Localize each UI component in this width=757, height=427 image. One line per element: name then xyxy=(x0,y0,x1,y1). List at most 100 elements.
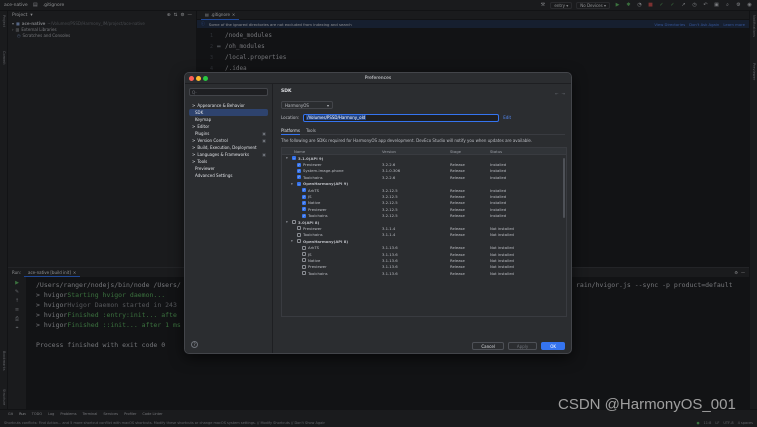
nav-languages-frameworks[interactable]: > Languages & Frameworks ▣ xyxy=(189,151,268,158)
chevron-right-icon: > xyxy=(192,124,196,129)
nav-advanced-settings[interactable]: Advanced Settings xyxy=(189,172,268,179)
row-checkbox[interactable]: ✓ xyxy=(302,194,306,199)
table-row[interactable]: ✓ System-image-phone 3.1.0.306 Release Insta… xyxy=(282,168,566,174)
nav-plugins[interactable]: Plugins ▣ xyxy=(189,130,268,137)
table-row[interactable]: ✓ Toolchains 3.2.12.5 Release Installed xyxy=(282,213,566,219)
edit-link[interactable]: Edit xyxy=(503,115,511,120)
nav-label: Plugins xyxy=(195,131,210,136)
row-checkbox[interactable]: – xyxy=(292,156,296,161)
table-row[interactable]: ✓ Previewer 3.2.12.5 Release Installed xyxy=(282,206,566,212)
table-row[interactable]: ✓ ArkTS 3.2.12.5 Release Installed xyxy=(282,187,566,193)
close-window-icon[interactable] xyxy=(189,76,194,81)
row-version: 3.1.1.4 xyxy=(382,225,396,231)
row-name: Previewer xyxy=(303,162,322,168)
table-scrollbar[interactable] xyxy=(563,158,565,218)
location-input[interactable]: /Volumes/PSSD/Harmony_old xyxy=(303,113,500,122)
zoom-window-icon[interactable] xyxy=(203,76,208,81)
row-checkbox[interactable]: – xyxy=(297,181,301,186)
nav-label: Previewer xyxy=(195,166,215,171)
ok-button[interactable]: OK xyxy=(541,342,565,350)
row-checkbox[interactable] xyxy=(297,239,301,244)
row-stage: Release xyxy=(450,206,465,212)
tab-tools[interactable]: Tools xyxy=(306,127,316,135)
sdk-type-value: HarmonyOS xyxy=(285,102,309,108)
preferences-dialog: Preferences Q- > Appearance & Behavior SD… xyxy=(184,72,572,354)
cancel-button[interactable]: Cancel xyxy=(472,342,504,350)
row-checkbox[interactable]: ✓ xyxy=(302,200,306,205)
nav-build-execution-deployment[interactable]: > Build, Execution, Deployment xyxy=(189,144,268,151)
row-checkbox[interactable] xyxy=(302,252,306,257)
row-checkbox[interactable] xyxy=(292,220,296,225)
col-version[interactable]: Version xyxy=(382,149,450,154)
row-stage: Release xyxy=(450,270,465,276)
row-version: 3.1.13.6 xyxy=(382,264,398,270)
chevron-right-icon: > xyxy=(192,145,196,150)
row-version: 3.2.12.5 xyxy=(382,200,398,206)
help-icon[interactable]: ? xyxy=(191,341,198,348)
chevron-right-icon: > xyxy=(192,152,196,157)
nav-label: Appearance & Behavior xyxy=(197,103,245,108)
row-checkbox[interactable]: ✓ xyxy=(297,162,301,167)
row-name: Native xyxy=(308,200,321,206)
row-checkbox[interactable] xyxy=(302,258,306,263)
back-icon[interactable]: ← xyxy=(555,91,558,96)
table-row[interactable]: ArkTS 3.1.13.6 Release Not installed xyxy=(282,244,566,250)
table-row[interactable]: ✓ Toolchains 3.2.2.6 Release Installed xyxy=(282,174,566,180)
table-row[interactable]: JS 3.1.13.6 Release Not installed xyxy=(282,251,566,257)
location-row: Location: /Volumes/PSSD/Harmony_old Edit xyxy=(281,113,565,122)
project-scope-icon: ▣ xyxy=(262,131,266,136)
row-stage: Release xyxy=(450,251,465,257)
table-row[interactable]: ✓ Previewer 3.2.2.6 Release Installed xyxy=(282,161,566,167)
chevron-down-icon[interactable]: ▾ xyxy=(286,220,290,224)
settings-search-input[interactable]: Q- xyxy=(189,88,268,96)
row-checkbox[interactable]: ✓ xyxy=(302,188,306,193)
tab-platforms[interactable]: Platforms xyxy=(281,127,300,135)
nav-appearance-behavior[interactable]: > Appearance & Behavior xyxy=(189,102,268,109)
row-version: 3.2.2.6 xyxy=(382,162,396,168)
table-row[interactable]: Previewer 3.1.1.4 Release Not installed xyxy=(282,225,566,231)
table-row[interactable]: Native 3.1.13.6 Release Not installed xyxy=(282,257,566,263)
row-checkbox[interactable] xyxy=(302,245,306,250)
row-checkbox[interactable]: ✓ xyxy=(302,213,306,218)
row-checkbox[interactable] xyxy=(302,271,306,276)
chevron-down-icon[interactable]: ▾ xyxy=(286,156,290,160)
table-row[interactable]: Previewer 3.1.13.6 Release Not installed xyxy=(282,264,566,270)
nav-label: SDK xyxy=(195,110,204,115)
row-stage: Release xyxy=(450,232,465,238)
row-stage: Release xyxy=(450,168,465,174)
minimize-window-icon[interactable] xyxy=(196,76,201,81)
row-checkbox[interactable]: ✓ xyxy=(297,175,301,180)
row-checkbox[interactable]: ✓ xyxy=(297,168,301,173)
chevron-down-icon[interactable]: ▾ xyxy=(291,182,295,186)
page-title: SDK xyxy=(281,89,292,94)
row-checkbox[interactable] xyxy=(297,232,301,237)
chevron-right-icon: > xyxy=(192,103,196,108)
table-row[interactable]: Toolchains 3.1.13.6 Release Not installed xyxy=(282,270,566,276)
table-row[interactable]: Toolchains 3.1.1.4 Release Not installed xyxy=(282,232,566,238)
col-name[interactable]: Name xyxy=(282,149,382,154)
forward-icon[interactable]: → xyxy=(562,91,565,96)
row-checkbox[interactable]: ✓ xyxy=(302,207,306,212)
nav-sdk[interactable]: SDK xyxy=(189,109,268,116)
row-name: OpenHarmony(API 9) xyxy=(303,181,349,187)
nav-version-control[interactable]: > Version Control ▣ xyxy=(189,137,268,144)
row-version: 3.1.13.6 xyxy=(382,270,398,276)
nav-tools[interactable]: > Tools xyxy=(189,158,268,165)
row-stage: Release xyxy=(450,213,465,219)
row-checkbox[interactable] xyxy=(297,226,301,231)
row-name: Previewer xyxy=(303,225,322,231)
col-stage[interactable]: Stage xyxy=(450,149,490,154)
row-checkbox[interactable] xyxy=(302,264,306,269)
nav-previewer[interactable]: Previewer xyxy=(189,165,268,172)
chevron-down-icon[interactable]: ▾ xyxy=(291,239,295,243)
col-status[interactable]: Status xyxy=(490,149,560,154)
sdk-type-select[interactable]: HarmonyOS ▾ xyxy=(281,101,333,109)
row-status: Installed xyxy=(490,213,507,219)
row-name: 3.0(API 8) xyxy=(298,219,320,225)
nav-keymap[interactable]: Keymap xyxy=(189,116,268,123)
table-row[interactable]: ✓ Native 3.2.12.5 Release Installed xyxy=(282,200,566,206)
apply-button[interactable]: Apply xyxy=(507,342,538,350)
table-row[interactable]: ✓ JS 3.2.12.5 Release Installed xyxy=(282,193,566,199)
row-name: Previewer xyxy=(308,206,327,212)
nav-editor[interactable]: > Editor xyxy=(189,123,268,130)
